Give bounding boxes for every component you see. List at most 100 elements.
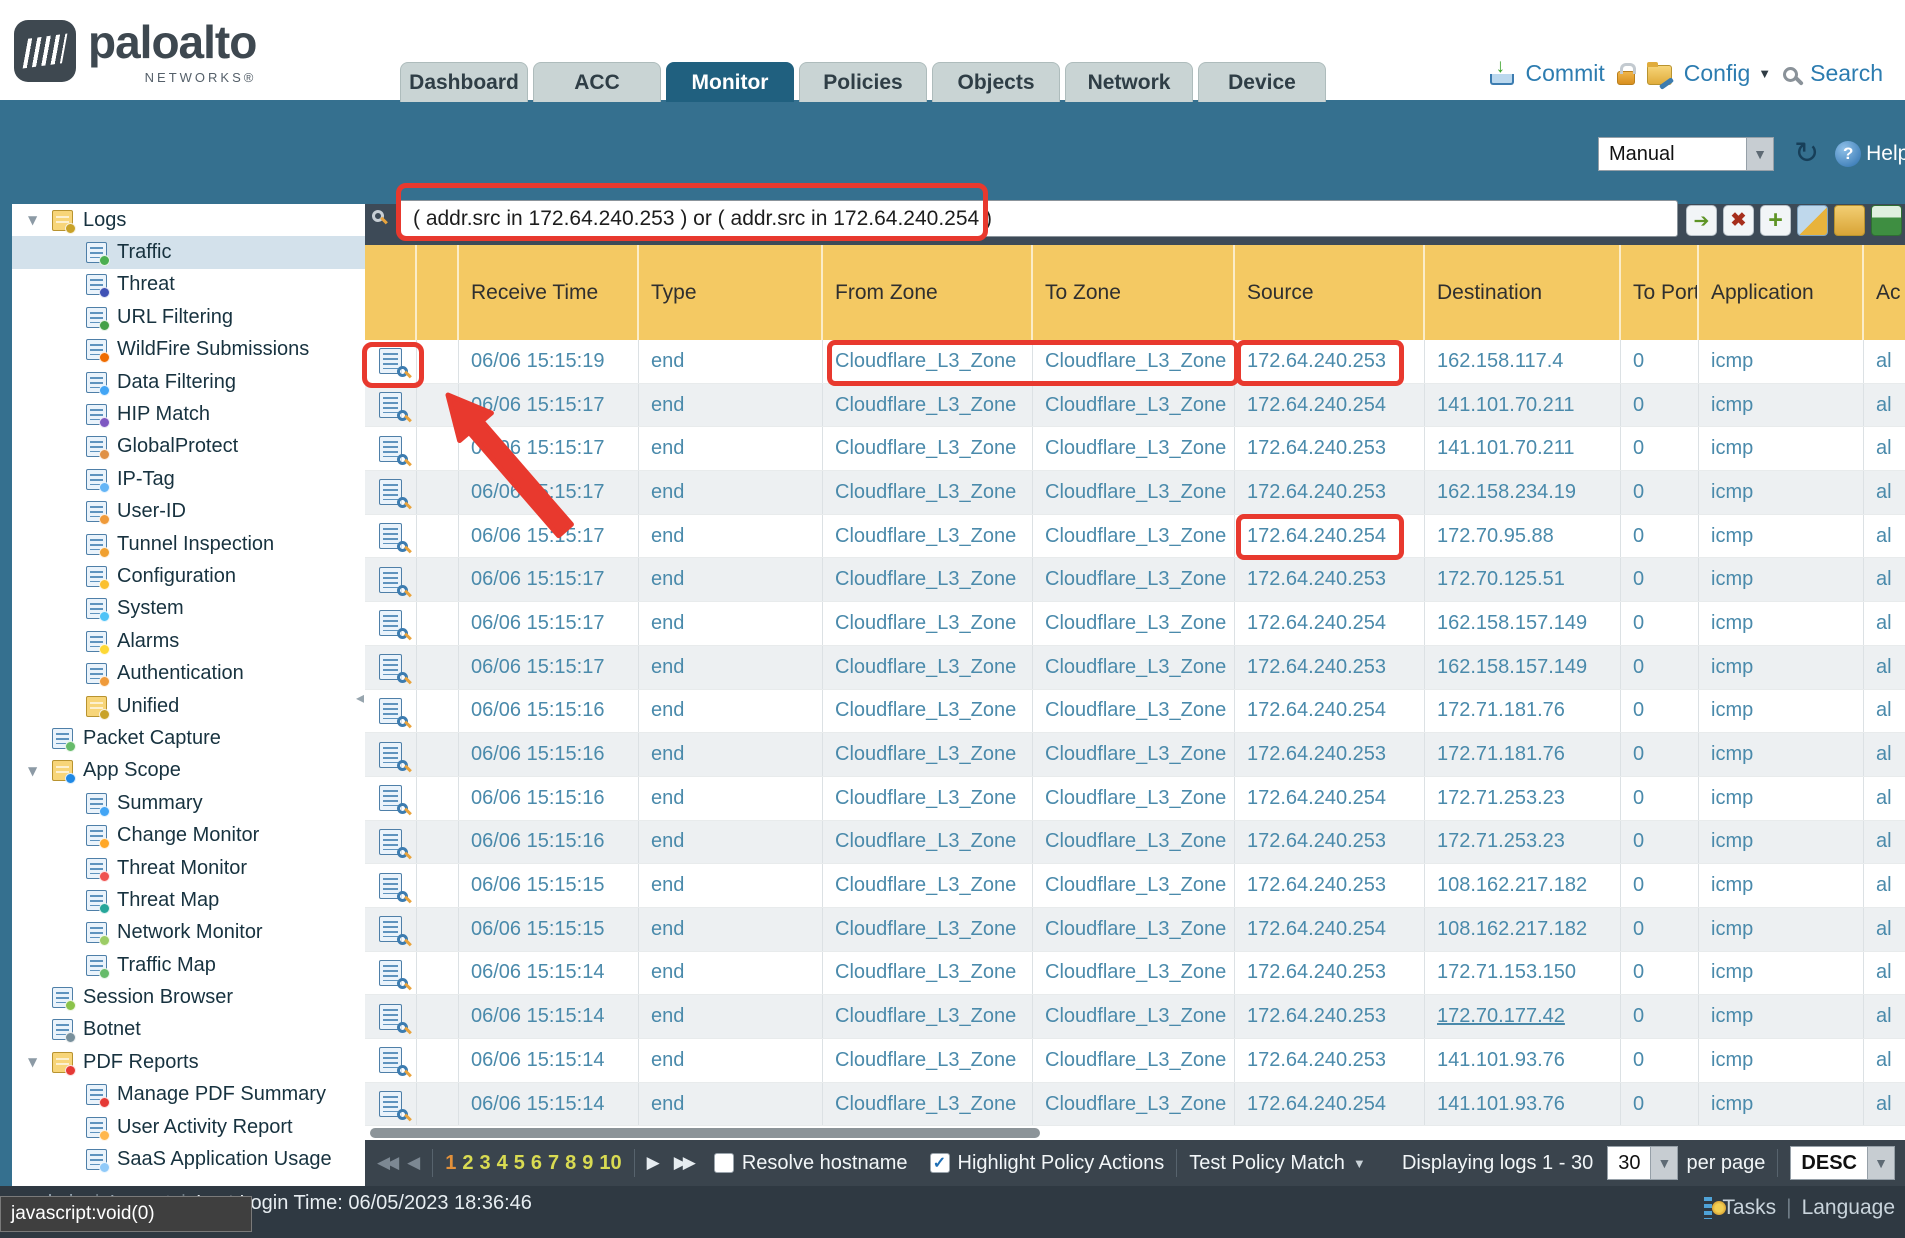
cell-from-zone[interactable]: Cloudflare_L3_Zone	[823, 340, 1033, 383]
sidebar-item-user-id[interactable]: User-ID	[12, 496, 365, 528]
cell-receive-time[interactable]: 06/06 15:15:14	[459, 1083, 639, 1126]
cell-application[interactable]: icmp	[1699, 471, 1864, 514]
tab-device[interactable]: Device	[1198, 62, 1326, 102]
cell-to-zone[interactable]: Cloudflare_L3_Zone	[1033, 1083, 1235, 1126]
load-filter-icon[interactable]	[1834, 205, 1865, 236]
cell-from-zone[interactable]: Cloudflare_L3_Zone	[823, 471, 1033, 514]
config-caret-icon[interactable]: ▼	[1758, 66, 1771, 81]
refresh-icon[interactable]: ↻	[1794, 136, 1819, 171]
cell-type[interactable]: end	[639, 558, 823, 601]
refresh-mode-caret-icon[interactable]: ▼	[1746, 138, 1773, 170]
cell-application[interactable]: icmp	[1699, 908, 1864, 951]
sidebar-item-summary[interactable]: Summary	[12, 787, 365, 819]
horizontal-scrollbar[interactable]	[370, 1128, 1040, 1138]
cell-action[interactable]: al	[1864, 777, 1905, 820]
cell-application[interactable]: icmp	[1699, 690, 1864, 733]
cell-from-zone[interactable]: Cloudflare_L3_Zone	[823, 952, 1033, 995]
cell-to-port[interactable]: 0	[1621, 690, 1699, 733]
cell-application[interactable]: icmp	[1699, 777, 1864, 820]
cell-action[interactable]: al	[1864, 908, 1905, 951]
cell-source[interactable]: 172.64.240.253	[1235, 558, 1425, 601]
cell-source[interactable]: 172.64.240.254	[1235, 515, 1425, 558]
cell-to-zone[interactable]: Cloudflare_L3_Zone	[1033, 690, 1235, 733]
log-detail-magnifier-icon[interactable]	[379, 742, 402, 768]
cell-action[interactable]: al	[1864, 1039, 1905, 1082]
cell-application[interactable]: icmp	[1699, 558, 1864, 601]
cell-type[interactable]: end	[639, 427, 823, 470]
cell-to-zone[interactable]: Cloudflare_L3_Zone	[1033, 340, 1235, 383]
sidebar-item-session-browser[interactable]: Session Browser	[12, 981, 365, 1013]
cell-type[interactable]: end	[639, 995, 823, 1038]
cell-application[interactable]: icmp	[1699, 340, 1864, 383]
tab-monitor[interactable]: Monitor	[666, 62, 794, 102]
page-number-10[interactable]: 10	[599, 1152, 621, 1175]
sidebar-item-user-activity-report[interactable]: User Activity Report	[12, 1111, 365, 1143]
cell-receive-time[interactable]: 06/06 15:15:17	[459, 515, 639, 558]
page-number-1[interactable]: 1	[445, 1152, 456, 1175]
page-number-8[interactable]: 8	[565, 1152, 576, 1175]
cell-from-zone[interactable]: Cloudflare_L3_Zone	[823, 864, 1033, 907]
cell-from-zone[interactable]: Cloudflare_L3_Zone	[823, 995, 1033, 1038]
cell-receive-time[interactable]: 06/06 15:15:16	[459, 690, 639, 733]
cell-destination[interactable]: 108.162.217.182	[1425, 908, 1621, 951]
cell-to-port[interactable]: 0	[1621, 821, 1699, 864]
sidebar-item-network-monitor[interactable]: Network Monitor	[12, 917, 365, 949]
cell-action[interactable]: al	[1864, 733, 1905, 776]
sidebar-item-botnet[interactable]: Botnet	[12, 1014, 365, 1046]
first-page-button[interactable]: ◀◀	[377, 1153, 395, 1173]
cell-application[interactable]: icmp	[1699, 646, 1864, 689]
log-detail-magnifier-icon[interactable]	[379, 1004, 402, 1030]
language-button[interactable]: Language	[1802, 1196, 1895, 1220]
help-button[interactable]: ? Help	[1835, 141, 1905, 167]
cell-application[interactable]: icmp	[1699, 864, 1864, 907]
cell-application[interactable]: icmp	[1699, 427, 1864, 470]
log-detail-magnifier-icon[interactable]	[379, 1091, 402, 1117]
sidebar-item-ip-tag[interactable]: IP-Tag	[12, 463, 365, 495]
cell-to-zone[interactable]: Cloudflare_L3_Zone	[1033, 821, 1235, 864]
sort-order-select[interactable]: DESC ▼	[1790, 1146, 1895, 1180]
cell-source[interactable]: 172.64.240.253	[1235, 646, 1425, 689]
cell-destination[interactable]: 172.70.125.51	[1425, 558, 1621, 601]
commit-button[interactable]: Commit	[1526, 60, 1605, 87]
cell-from-zone[interactable]: Cloudflare_L3_Zone	[823, 690, 1033, 733]
cell-to-zone[interactable]: Cloudflare_L3_Zone	[1033, 384, 1235, 427]
cell-receive-time[interactable]: 06/06 15:15:17	[459, 384, 639, 427]
cell-to-port[interactable]: 0	[1621, 1039, 1699, 1082]
cell-type[interactable]: end	[639, 690, 823, 733]
cell-to-zone[interactable]: Cloudflare_L3_Zone	[1033, 777, 1235, 820]
cell-from-zone[interactable]: Cloudflare_L3_Zone	[823, 558, 1033, 601]
cell-application[interactable]: icmp	[1699, 952, 1864, 995]
cell-to-port[interactable]: 0	[1621, 471, 1699, 514]
tree-expand-arrow-icon[interactable]: ▼	[28, 764, 37, 778]
cell-source[interactable]: 172.64.240.253	[1235, 340, 1425, 383]
cell-destination[interactable]: 162.158.157.149	[1425, 602, 1621, 645]
lock-icon[interactable]	[1617, 71, 1635, 85]
sidebar-item-alarms[interactable]: Alarms	[12, 625, 365, 657]
cell-to-zone[interactable]: Cloudflare_L3_Zone	[1033, 864, 1235, 907]
sidebar-item-system[interactable]: System	[12, 593, 365, 625]
sidebar-item-packet-capture[interactable]: Packet Capture	[12, 722, 365, 754]
log-detail-magnifier-icon[interactable]	[379, 654, 402, 680]
cell-source[interactable]: 172.64.240.253	[1235, 864, 1425, 907]
sidebar-item-wildfire-submissions[interactable]: WildFire Submissions	[12, 334, 365, 366]
cell-action[interactable]: al	[1864, 558, 1905, 601]
log-detail-magnifier-icon[interactable]	[379, 436, 402, 462]
cell-to-port[interactable]: 0	[1621, 384, 1699, 427]
cell-action[interactable]: al	[1864, 384, 1905, 427]
sidebar-item-traffic-map[interactable]: Traffic Map	[12, 949, 365, 981]
cell-type[interactable]: end	[639, 384, 823, 427]
log-detail-magnifier-icon[interactable]	[379, 392, 402, 418]
page-number-2[interactable]: 2	[462, 1152, 473, 1175]
page-number-5[interactable]: 5	[514, 1152, 525, 1175]
search-button[interactable]: Search	[1810, 60, 1883, 87]
column-header-from-zone[interactable]: From Zone	[823, 245, 1033, 340]
cell-source[interactable]: 172.64.240.253	[1235, 1039, 1425, 1082]
cell-receive-time[interactable]: 06/06 15:15:17	[459, 471, 639, 514]
per-page-select[interactable]: 30 ▼	[1607, 1146, 1678, 1180]
cell-destination[interactable]: 162.158.117.4	[1425, 340, 1621, 383]
config-button[interactable]: Config	[1684, 60, 1750, 87]
tab-policies[interactable]: Policies	[799, 62, 927, 102]
cell-source[interactable]: 172.64.240.254	[1235, 384, 1425, 427]
cell-to-zone[interactable]: Cloudflare_L3_Zone	[1033, 1039, 1235, 1082]
prev-page-button[interactable]: ◀	[407, 1153, 420, 1173]
